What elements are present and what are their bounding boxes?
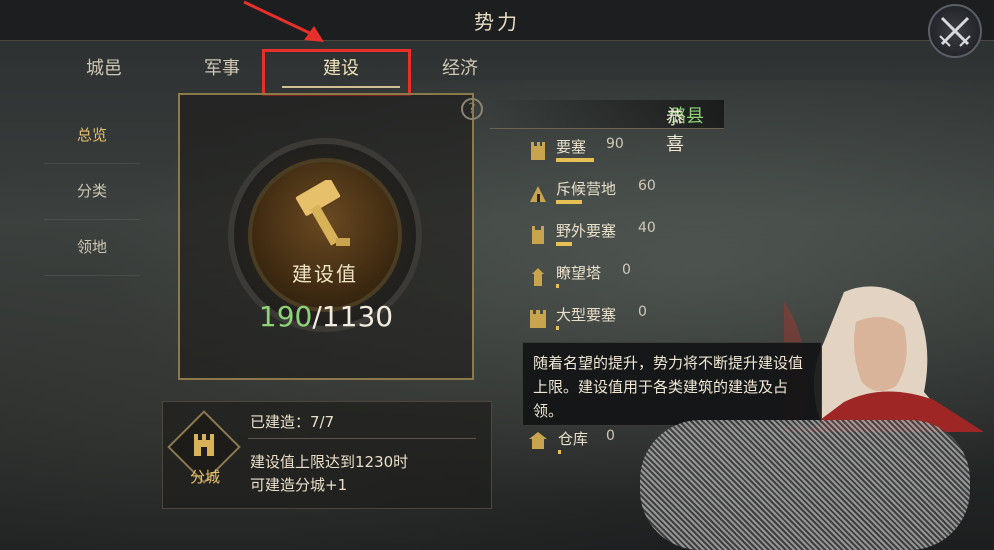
building-value: 0 [622, 262, 631, 278]
building-progress-bar [556, 158, 594, 162]
tab-bar: 城邑 军事 建设 经济 [0, 40, 994, 92]
construction-value-readout: 190/1130 [178, 300, 474, 333]
congrats-prefix: 恭喜 [666, 108, 684, 155]
building-progress-bar [556, 284, 559, 288]
tab-economy[interactable]: 经济 [410, 54, 510, 80]
tooltip-text: 随着名望的提升，势力将不断提升建设值上限。建设值用于各类建筑的建造及占领。 [533, 354, 804, 420]
tab-cities[interactable]: 城邑 [54, 54, 154, 80]
top-bar: 势力 [0, 0, 994, 41]
building-name: 瞭望塔 [556, 264, 602, 282]
building-name: 斥候营地 [556, 180, 617, 198]
divider [248, 438, 476, 439]
building-value: 40 [638, 220, 656, 236]
scout-camp-icon [530, 186, 546, 202]
construction-value-label: 建设值 [292, 262, 358, 286]
building-name: 要塞 [556, 138, 587, 156]
sidebar-item-territory[interactable]: 领地 [44, 220, 140, 276]
construction-max-value: /1130 [312, 300, 394, 333]
field-fortress-icon [532, 226, 544, 244]
building-progress-bar [558, 450, 561, 454]
sub-city-name: 分城 [189, 468, 220, 486]
sub-city-desc-line2: 可建造分城+1 [250, 476, 348, 494]
warehouse-icon [529, 432, 547, 449]
building-progress-bar [556, 242, 572, 246]
building-name: 大型要塞 [556, 306, 617, 324]
building-value: 0 [606, 428, 615, 444]
construction-current-value: 190 [258, 300, 313, 333]
fortress-icon [531, 142, 545, 160]
sidebar-item-category[interactable]: 分类 [44, 164, 140, 220]
building-name: 仓库 [558, 430, 589, 448]
info-tooltip: 随着名望的提升，势力将不断提升建设值上限。建设值用于各类建筑的建造及占领。 [522, 342, 822, 426]
hammer-icon [295, 180, 350, 246]
built-count: 已建造：7/7 [250, 413, 335, 431]
watchtower-icon [532, 268, 544, 286]
building-value: 60 [638, 178, 656, 194]
page-title: 势力 [474, 10, 520, 34]
help-icon[interactable]: ? [461, 98, 483, 120]
building-value: 0 [638, 304, 647, 320]
sub-city-desc-line1: 建设值上限达到1230时 [250, 453, 409, 471]
congrats-banner: 恭喜 潞县 [490, 100, 724, 155]
large-fortress-icon [530, 310, 546, 328]
sub-city-icon [194, 434, 214, 456]
pixelated-overlay [640, 420, 970, 550]
sidebar-item-overview[interactable]: 总览 [44, 108, 140, 164]
tab-military[interactable]: 军事 [172, 54, 272, 80]
annotation-highlight-box [262, 49, 411, 96]
building-name: 野外要塞 [556, 222, 617, 240]
building-progress-bar [556, 326, 559, 330]
building-value: 90 [606, 136, 624, 152]
sidebar: 总览 分类 领地 [44, 108, 140, 276]
building-progress-bar [556, 200, 582, 204]
